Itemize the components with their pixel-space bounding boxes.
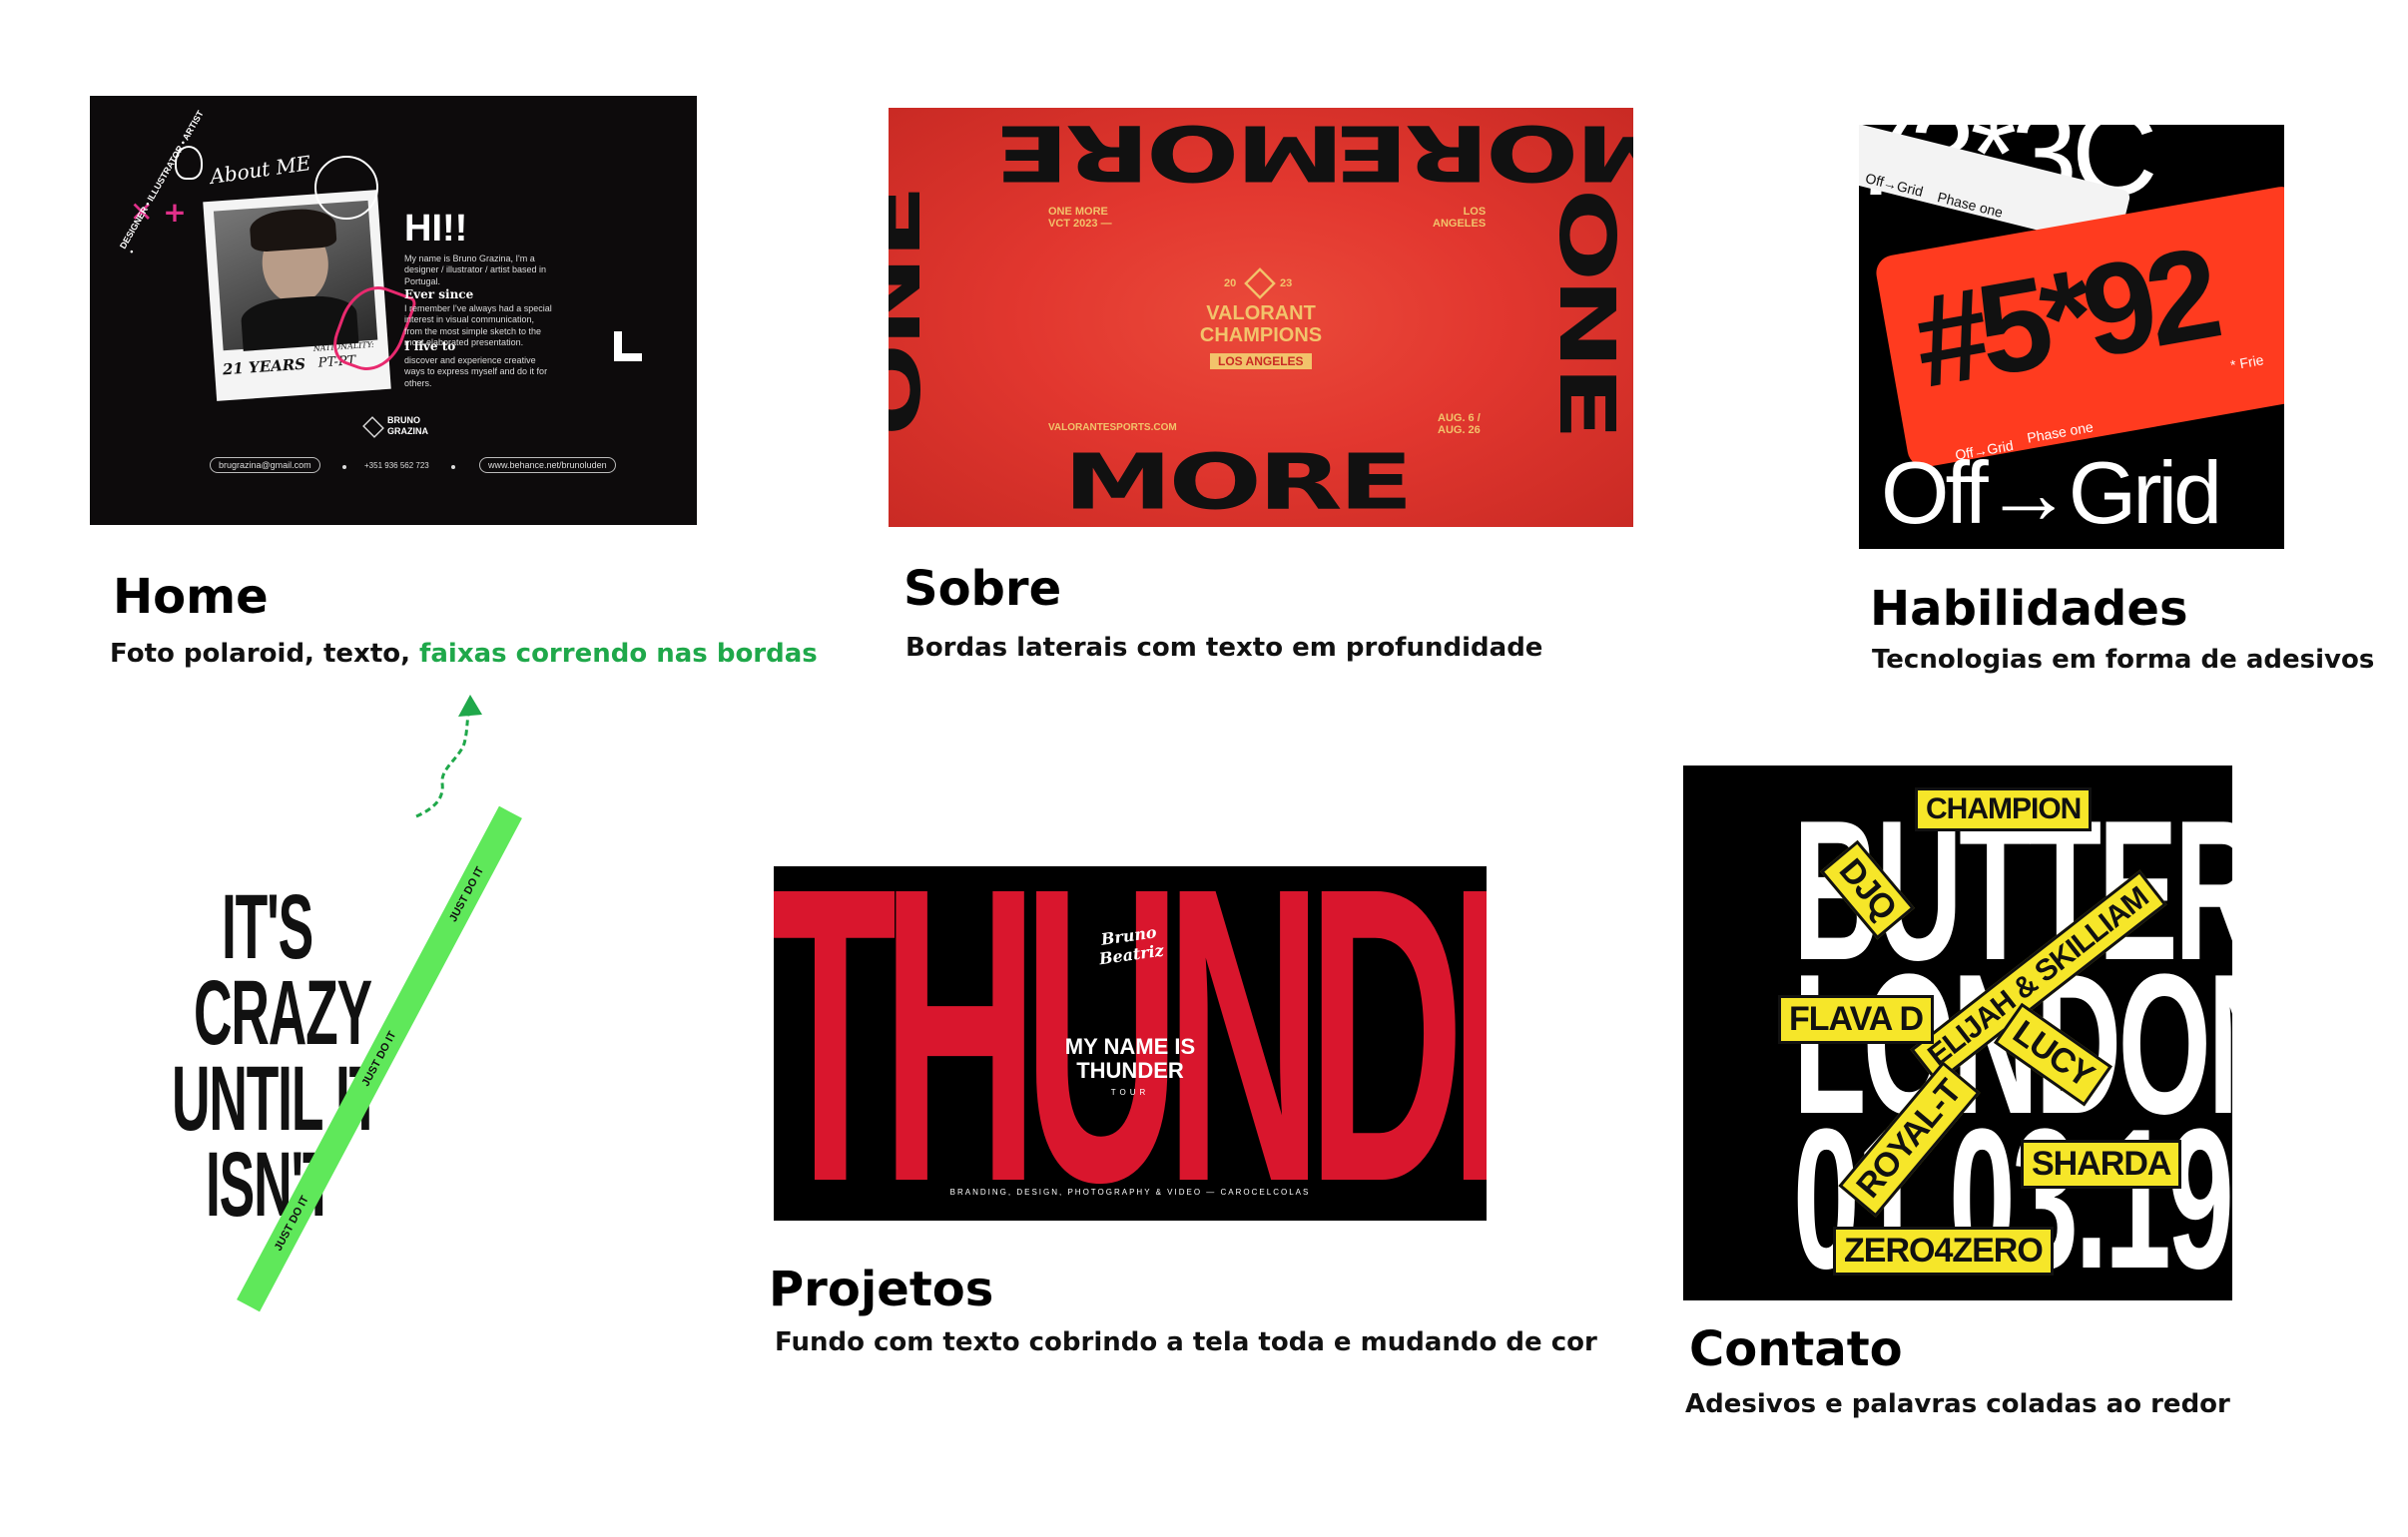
logo-line1: BRUNO bbox=[387, 415, 420, 425]
location-badge: LOS ANGELES bbox=[1210, 353, 1312, 369]
projetos-title: Projetos bbox=[769, 1262, 994, 1317]
tour-label: TOUR bbox=[1110, 1088, 1150, 1097]
title-line2: CHAMPIONS bbox=[1199, 324, 1323, 346]
contato-preview-image: BUTTERZ LONDON 01.03.19 CHAMPION DJQ ELI… bbox=[1683, 766, 2232, 1300]
age-label: 21 YEARS bbox=[222, 354, 306, 379]
habilidades-preview-image: 73*3C Off→Grid Phase one #5*92 * Frie Of… bbox=[1859, 125, 2284, 549]
top-right-caption: LOS ANGELES bbox=[1433, 206, 1487, 230]
poster-line-2: CRAZY bbox=[194, 962, 372, 1064]
i-live-text: discover and experience creative ways to… bbox=[404, 355, 548, 388]
sobre-preview-image: MORE MORE MORE ONE ONE ONE MORE VCT 2023… bbox=[889, 108, 1633, 527]
contato-title: Contato bbox=[1689, 1321, 1903, 1377]
right-word-one: ONE bbox=[1541, 188, 1632, 437]
projetos-preview-image: THUNDER Bruno Beatriz MY NAME IS THUNDER… bbox=[774, 866, 1487, 1221]
phone-text: +351 936 562 723 bbox=[364, 461, 429, 470]
year-left: 20 bbox=[1224, 277, 1237, 289]
home-preview-image: 21 YEARS NATIONALITY: PT-PT About ME ✕ +… bbox=[90, 96, 697, 525]
separator-dot bbox=[342, 465, 346, 469]
home-title: Home bbox=[113, 569, 269, 625]
footer-credits: BRANDING, DESIGN, PHOTOGRAPHY & VIDEO — … bbox=[949, 1188, 1311, 1197]
character-doodle bbox=[314, 156, 378, 220]
sticker-sharda: SHARDA bbox=[2021, 1140, 2182, 1189]
nike-poster: IT'S CRAZY UNTIL IT ISN'T JUST DO IT JUS… bbox=[120, 798, 522, 1317]
tape-text-3: JUST DO IT bbox=[447, 864, 487, 924]
habilidades-title: Habilidades bbox=[1870, 581, 2188, 637]
projetos-description: Fundo com texto cobrindo a tela toda e m… bbox=[775, 1327, 1597, 1357]
home-description: Foto polaroid, texto, faixas correndo na… bbox=[110, 639, 818, 670]
sticker-zero4zero: ZERO4ZERO bbox=[1833, 1227, 2054, 1276]
left-word-one: ONE bbox=[889, 188, 938, 437]
top-word-more-2: MORE bbox=[1338, 108, 1633, 198]
website-caption: VALORANTESPORTS.COM bbox=[1048, 422, 1177, 433]
separator-dot-2 bbox=[451, 465, 455, 469]
top-word-more: MORE bbox=[998, 108, 1345, 198]
sobre-title: Sobre bbox=[903, 561, 1062, 617]
year-right: 23 bbox=[1280, 277, 1293, 289]
title-line1: VALORANT bbox=[1206, 302, 1316, 324]
headline-1: MY NAME IS bbox=[1064, 1034, 1196, 1059]
headline-2: THUNDER bbox=[1076, 1058, 1184, 1083]
i-live-label: I live to bbox=[404, 339, 456, 353]
ever-since-label: Ever since bbox=[404, 287, 474, 301]
sobre-description: Bordas laterais com texto em profundidad… bbox=[905, 633, 1543, 663]
bottom-word-more: MORE bbox=[1063, 437, 1414, 527]
offgrid-big: Off→Grid bbox=[1881, 443, 2222, 542]
corner-l-shape-foot bbox=[614, 353, 642, 361]
dates-caption: AUG. 6 / AUG. 26 bbox=[1438, 412, 1481, 436]
sticker-flava-d: FLAVA D bbox=[1778, 995, 1935, 1044]
intro-text: My name is Bruno Grazina, I'm a designer… bbox=[404, 254, 547, 286]
habilidades-description: Tecnologias em forma de adesivos bbox=[1872, 645, 2375, 675]
about-me-script: About ME bbox=[208, 151, 312, 189]
contato-description: Adesivos e palavras coladas ao redor bbox=[1685, 1389, 2230, 1419]
top-left-caption: ONE MORE VCT 2023 — bbox=[1048, 206, 1112, 230]
bruno-logo-icon bbox=[362, 416, 384, 438]
email-pill: brugrazina@gmail.com bbox=[210, 457, 320, 473]
ring-text: DESIGNER • ILLUSTRATOR • ARTIST • bbox=[118, 109, 206, 256]
sticker-champion: CHAMPION bbox=[1915, 787, 2093, 831]
hi-heading: HI!! bbox=[404, 208, 468, 250]
home-desc-highlight: faixas correndo nas bordas bbox=[419, 639, 818, 669]
logo-line2: GRAZINA bbox=[387, 426, 428, 436]
poster-line-1: IT'S bbox=[222, 876, 313, 978]
home-desc-text: Foto polaroid, texto, bbox=[110, 639, 420, 669]
behance-pill: www.behance.net/brunoluden bbox=[479, 457, 616, 473]
